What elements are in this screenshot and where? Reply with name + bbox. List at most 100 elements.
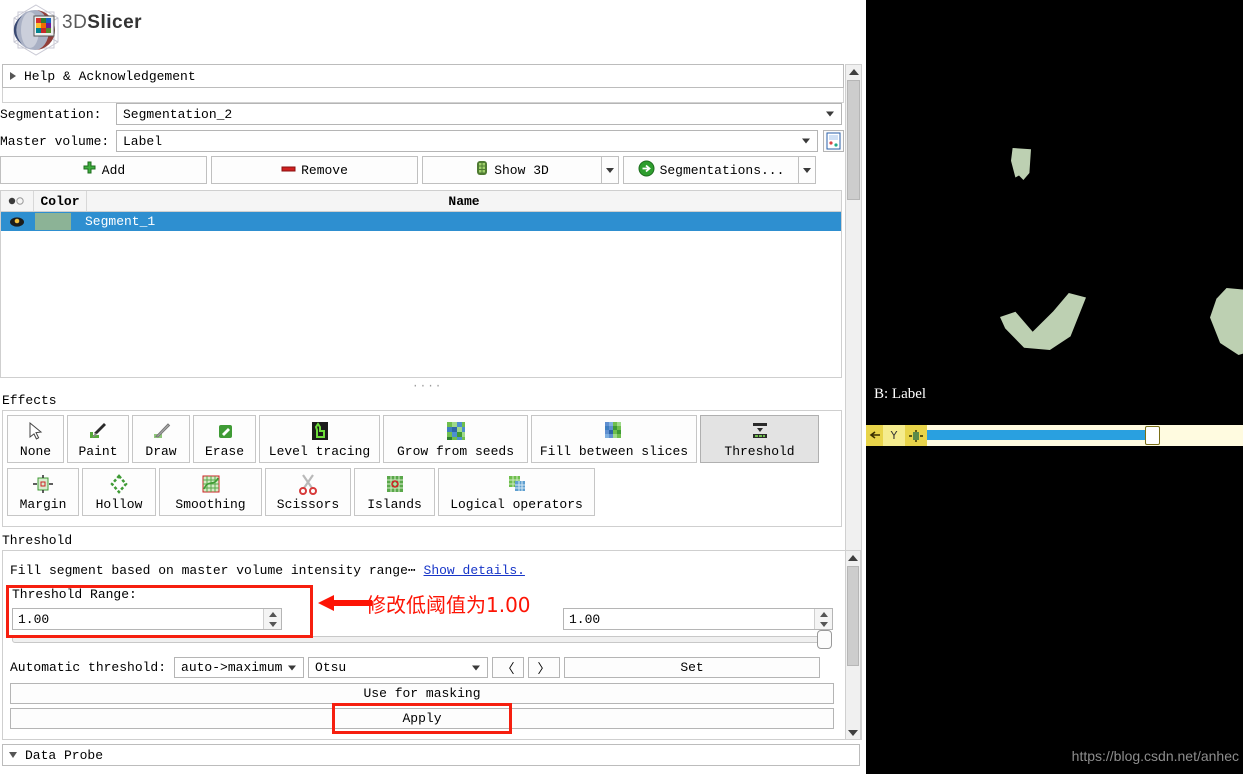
chevron-down-icon [472, 665, 481, 670]
3d-cube-icon [475, 160, 489, 180]
segment-table-header: Color Name [1, 191, 841, 212]
chevron-right-icon [10, 72, 16, 80]
effect-grow-from-seeds-button[interactable]: Grow from seeds [383, 415, 528, 463]
threshold-description: Fill segment based on master volume inte… [10, 563, 416, 578]
grow-from-seeds-icon [445, 419, 467, 443]
data-probe-label: Data Probe [25, 747, 104, 763]
splitter-handle[interactable]: ···· [412, 381, 442, 393]
next-method-button[interactable]: 〉 [528, 657, 561, 678]
segmentation-value: Segmentation_2 [123, 106, 233, 122]
effect-hollow-button[interactable]: Hollow [82, 468, 156, 516]
chevron-down-icon [288, 665, 297, 670]
slicer-logo-icon [8, 2, 64, 58]
set-threshold-button[interactable]: Set [564, 657, 821, 678]
automatic-threshold-label: Automatic threshold: [10, 660, 167, 675]
effect-level-tracing-button[interactable]: Level tracing [259, 415, 380, 463]
spinner-up-icon[interactable] [819, 611, 828, 617]
threshold-panel-scrollbar[interactable] [845, 550, 861, 740]
segment-color-swatch[interactable] [35, 213, 71, 230]
automatic-method-value: Otsu [315, 660, 347, 675]
draw-pencil-icon [151, 419, 171, 443]
scrollbar-thumb[interactable] [847, 80, 860, 200]
effect-islands-button[interactable]: Islands [354, 468, 435, 516]
segment-blob-left [1000, 293, 1086, 350]
scrollbar-thumb-inner[interactable] [847, 566, 859, 666]
previous-method-label: 〈 [501, 662, 515, 677]
segmentation-label: Segmentation: [0, 106, 102, 122]
level-tracing-icon [309, 419, 331, 443]
effect-smoothing-button[interactable]: Smoothing [159, 468, 262, 516]
effect-scissors-button[interactable]: Scissors [265, 468, 351, 516]
slice-offset-slider[interactable] [927, 425, 1243, 446]
smoothing-icon [200, 472, 222, 496]
effect-fill-between-slices-label: Fill between slices [539, 444, 689, 459]
fill-between-slices-icon [603, 419, 625, 443]
segmentation-combobox[interactable]: Segmentation_2 [116, 103, 842, 125]
slice-controller-bar[interactable]: Y [866, 425, 1243, 446]
segmentations-button[interactable]: Segmentations... [623, 156, 799, 184]
slice-axis-label[interactable]: Y [883, 425, 905, 446]
use-for-masking-label: Use for masking [363, 686, 481, 701]
effect-islands-label: Islands [367, 497, 422, 512]
eye-open-icon[interactable] [1, 212, 33, 231]
slice-offset-handle[interactable] [1145, 426, 1161, 445]
effect-logical-operators-button[interactable]: Logical operators [438, 468, 595, 516]
effects-title: Effects [2, 393, 57, 408]
effect-draw-label: Draw [145, 444, 177, 459]
effect-level-tracing-label: Level tracing [268, 444, 371, 459]
effects-panel: None Paint Draw Erase Level tracing Grow… [2, 410, 842, 527]
slice-viewport[interactable]: B: Label Y https://blog.csdn.net/anhec [866, 0, 1243, 774]
scroll-up-arrow-inner[interactable] [846, 551, 860, 564]
show-3d-options-button[interactable] [602, 156, 619, 184]
add-segment-button[interactable]: Add [0, 156, 207, 184]
effect-paint-button[interactable]: Paint [67, 415, 129, 463]
help-acknowledgement-label: Help & Acknowledgement [24, 68, 196, 84]
table-row[interactable]: Segment_1 [1, 212, 841, 231]
help-acknowledgement-section[interactable]: Help & Acknowledgement [2, 64, 844, 88]
effect-erase-button[interactable]: Erase [193, 415, 256, 463]
effect-none-button[interactable]: None [7, 415, 64, 463]
slice-offset-fill [927, 430, 1152, 440]
effect-threshold-label: Threshold [724, 444, 795, 459]
watermark-text: https://blog.csdn.net/anhec [1071, 748, 1239, 764]
effect-threshold-button[interactable]: Threshold [700, 415, 819, 463]
master-volume-combobox[interactable]: Label [116, 130, 818, 152]
data-probe-section[interactable]: Data Probe [2, 744, 860, 766]
chevron-down-icon [803, 167, 811, 173]
automatic-method-combobox[interactable]: Otsu [308, 657, 489, 678]
effect-margin-button[interactable]: Margin [7, 468, 79, 516]
spinner-down-icon[interactable] [819, 621, 828, 627]
chevron-up-icon [848, 68, 859, 75]
pin-icon[interactable] [866, 425, 883, 446]
previous-method-button[interactable]: 〈 [492, 657, 525, 678]
threshold-range-slider-handle[interactable] [817, 630, 832, 649]
reslice-crosshair-icon[interactable] [905, 425, 927, 446]
next-method-label: 〉 [537, 662, 551, 677]
app-title-suffix: Slicer [87, 12, 143, 33]
threshold-section-title: Threshold [2, 533, 73, 548]
remove-segment-button[interactable]: Remove [211, 156, 418, 184]
threshold-max-spinbox[interactable]: 1.00 [563, 608, 833, 630]
effect-none-label: None [19, 444, 52, 459]
segmentation-row: Segmentation: Segmentation_2 [0, 103, 846, 125]
effect-draw-button[interactable]: Draw [132, 415, 190, 463]
segment-column-color: Color [34, 191, 87, 211]
section-separator [2, 88, 844, 103]
effect-fill-between-slices-button[interactable]: Fill between slices [531, 415, 697, 463]
threshold-range-highlight [6, 585, 313, 638]
chevron-down-icon [848, 729, 858, 736]
scissors-icon [297, 472, 319, 496]
use-for-masking-button[interactable]: Use for masking [10, 683, 834, 704]
effect-paint-label: Paint [78, 444, 118, 459]
scroll-down-arrow-inner[interactable] [846, 726, 860, 739]
scroll-up-arrow[interactable] [846, 65, 861, 78]
automatic-mode-value: auto->maximum [181, 660, 283, 675]
effect-margin-label: Margin [19, 497, 67, 512]
segmentations-options-button[interactable] [799, 156, 816, 184]
show-3d-button[interactable]: Show 3D [422, 156, 602, 184]
volume-properties-button[interactable] [823, 130, 844, 152]
margin-icon [31, 472, 55, 496]
show-details-link[interactable]: Show details. [424, 563, 525, 578]
automatic-mode-combobox[interactable]: auto->maximum [174, 657, 305, 678]
threshold-max-stepper[interactable] [814, 609, 832, 629]
